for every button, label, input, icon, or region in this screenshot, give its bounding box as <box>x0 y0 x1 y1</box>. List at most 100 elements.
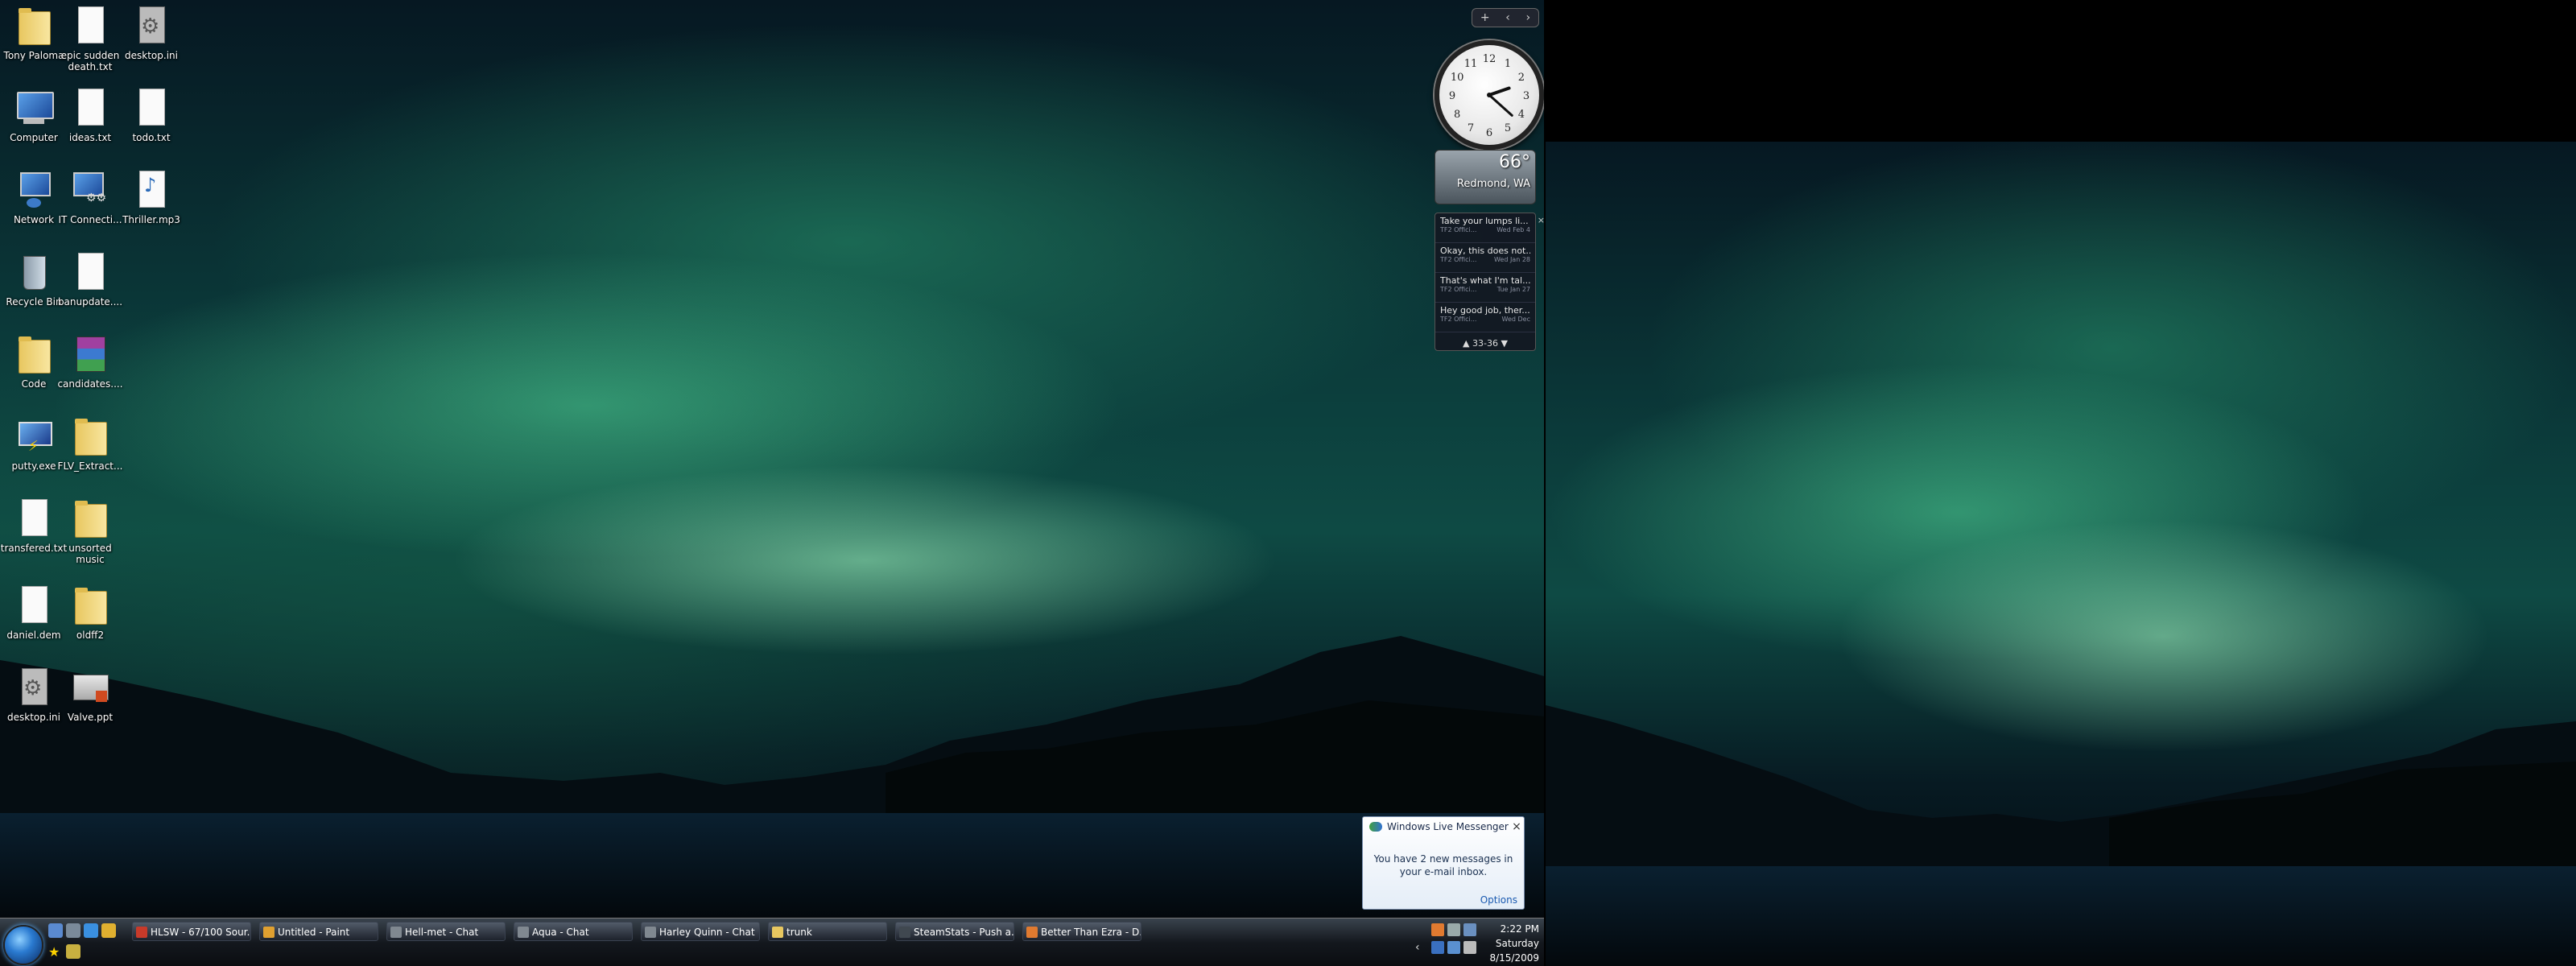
mountain-silhouette <box>0 636 1544 821</box>
feed-item[interactable]: Take your lumps li... TF2 Offici... Wed F… <box>1435 213 1535 243</box>
taskbar-button[interactable]: Harley Quinn - Chat <box>641 922 760 941</box>
clock-center <box>1487 93 1492 97</box>
steam-tray-icon[interactable] <box>1447 923 1460 936</box>
desktop-icon[interactable]: FLV_Extract... <box>56 414 124 472</box>
clock-gadget[interactable]: 12 1 2 3 4 5 6 7 8 9 10 11 <box>1435 40 1544 150</box>
network-app-icon <box>68 167 112 211</box>
paint-icon <box>263 927 275 938</box>
taskbar-button[interactable]: Better Than Ezra - D... <box>1022 922 1141 941</box>
secondary-desktop <box>1546 142 2576 966</box>
settings-file-icon <box>130 3 173 47</box>
archive-icon <box>68 332 112 375</box>
chat-icon <box>518 927 529 938</box>
star-icon[interactable]: ★ <box>48 944 63 960</box>
taskbar-button[interactable]: HLSW - 67/100 Sour... <box>132 922 251 941</box>
clock-numeral: 4 <box>1518 109 1525 121</box>
desktop-icon[interactable]: todo.txt <box>118 85 185 143</box>
feed-item[interactable]: Okay, this does not... TF2 Offici... Wed … <box>1435 243 1535 273</box>
text-file-icon <box>68 250 112 293</box>
feed-pagination: ▲ 33-36 ▼ <box>1435 338 1535 349</box>
taskbar: ★ HLSW - 67/100 Sour... Untitled - Paint… <box>0 918 1544 966</box>
chat-icon <box>390 927 402 938</box>
taskbar-button[interactable]: trunk <box>768 922 887 941</box>
desktop-icon[interactable]: ideas.txt <box>56 85 124 143</box>
vlc-icon[interactable] <box>1431 923 1444 936</box>
feed-prev-arrow-icon[interactable]: ▲ <box>1463 338 1469 349</box>
primary-desktop: Tony Paloma epic sudden death.txt deskto… <box>0 0 1544 966</box>
desktop-icon[interactable]: desktop.ini <box>118 3 185 61</box>
audio-file-icon <box>130 167 173 211</box>
gadget-toolbar: + ‹ › <box>1472 8 1539 27</box>
text-file-icon <box>68 85 112 129</box>
recycle-bin-icon <box>12 250 56 293</box>
previous-gadget-page-button[interactable]: ‹ <box>1505 11 1510 24</box>
close-icon[interactable]: × <box>1538 215 1544 225</box>
desktop-icon[interactable]: oldff2 <box>56 583 124 641</box>
folder-icon <box>12 332 56 375</box>
desktop-icon[interactable]: Thriller.mp3 <box>118 167 185 225</box>
mountain-silhouette <box>1546 705 2576 882</box>
taskbar-button[interactable]: Aqua - Chat <box>514 922 633 941</box>
steam-icon <box>899 927 910 938</box>
text-file-icon <box>68 3 112 47</box>
notification-message: You have 2 new messages in your e-mail i… <box>1373 853 1513 877</box>
clock-hour-hand <box>1488 86 1511 97</box>
close-icon[interactable]: × <box>1509 820 1524 833</box>
taskbar-day[interactable]: Saturday <box>1496 938 1539 949</box>
desktop-icon[interactable]: unsorted music <box>56 496 124 565</box>
clock-numeral: 8 <box>1454 109 1460 121</box>
browser-icon[interactable] <box>84 923 98 938</box>
clock-minute-hand <box>1488 93 1513 117</box>
taskbar-button[interactable]: SteamStats - Push a... <box>895 922 1014 941</box>
network-tray-icon[interactable] <box>1463 923 1476 936</box>
folder-icon <box>772 927 783 938</box>
lake-reflection <box>0 813 1544 918</box>
desktop-icon[interactable]: candidates.... <box>56 332 124 390</box>
desktop-icon[interactable]: epic sudden death.txt <box>56 3 124 72</box>
folder-icon <box>68 583 112 626</box>
taskbar-button[interactable]: Hell-met - Chat <box>386 922 506 941</box>
feed-item[interactable]: Hey good job, ther... TF2 Offici... Wed D… <box>1435 303 1535 332</box>
taskbar-time[interactable]: 2:22 PM <box>1501 923 1539 935</box>
messenger-icon <box>1369 822 1382 832</box>
feed-item[interactable]: That's what I'm tal... TF2 Offici... Tue … <box>1435 273 1535 303</box>
volume-icon[interactable] <box>1463 941 1476 954</box>
desktop-icon[interactable]: banupdate.... <box>56 250 124 308</box>
clock-numeral: 12 <box>1483 53 1496 65</box>
start-button[interactable] <box>3 925 43 965</box>
notification-options-link[interactable]: Options <box>1480 894 1517 906</box>
weather-gadget[interactable]: 66° Redmond, WA <box>1435 150 1536 204</box>
computer-icon <box>12 85 56 129</box>
clock-numeral: 9 <box>1449 90 1455 102</box>
add-gadget-button[interactable]: + <box>1480 11 1490 24</box>
chat-icon <box>645 927 656 938</box>
clock-numeral: 2 <box>1518 72 1525 84</box>
text-file-icon <box>130 85 173 129</box>
messenger-tray-icon[interactable] <box>1431 941 1444 954</box>
folder-icon <box>68 414 112 457</box>
taskbar-button[interactable]: Untitled - Paint <box>259 922 378 941</box>
weather-location: Redmond, WA <box>1456 178 1530 190</box>
folder-icon[interactable] <box>101 923 116 938</box>
show-desktop-icon[interactable] <box>48 923 63 938</box>
media-icon <box>1026 927 1038 938</box>
switch-windows-icon[interactable] <box>66 923 80 938</box>
folder-icon <box>12 3 56 47</box>
settings-file-icon <box>12 665 56 708</box>
notes-icon[interactable] <box>66 944 80 959</box>
network-status-icon[interactable] <box>1447 941 1460 954</box>
clock-numeral: 6 <box>1486 127 1492 139</box>
chevron-left-icon[interactable]: ‹ <box>1415 941 1428 954</box>
system-tray: ‹ 2:22 PM Saturday 8/15/2009 <box>1415 922 1544 966</box>
feed-next-arrow-icon[interactable]: ▼ <box>1501 338 1507 349</box>
messenger-notification[interactable]: Windows Live Messenger × You have 2 new … <box>1362 816 1525 910</box>
clock-numeral: 1 <box>1505 58 1511 70</box>
desktop-icon[interactable]: Valve.ppt <box>56 665 124 723</box>
lake-reflection <box>1546 866 2576 966</box>
desktop-icon[interactable]: IT Connecti... <box>56 167 124 225</box>
feed-range: 33-36 <box>1472 338 1498 349</box>
next-gadget-page-button[interactable]: › <box>1526 11 1531 24</box>
clock-numeral: 7 <box>1468 122 1474 134</box>
network-icon <box>12 167 56 211</box>
taskbar-date[interactable]: 8/15/2009 <box>1489 952 1539 964</box>
